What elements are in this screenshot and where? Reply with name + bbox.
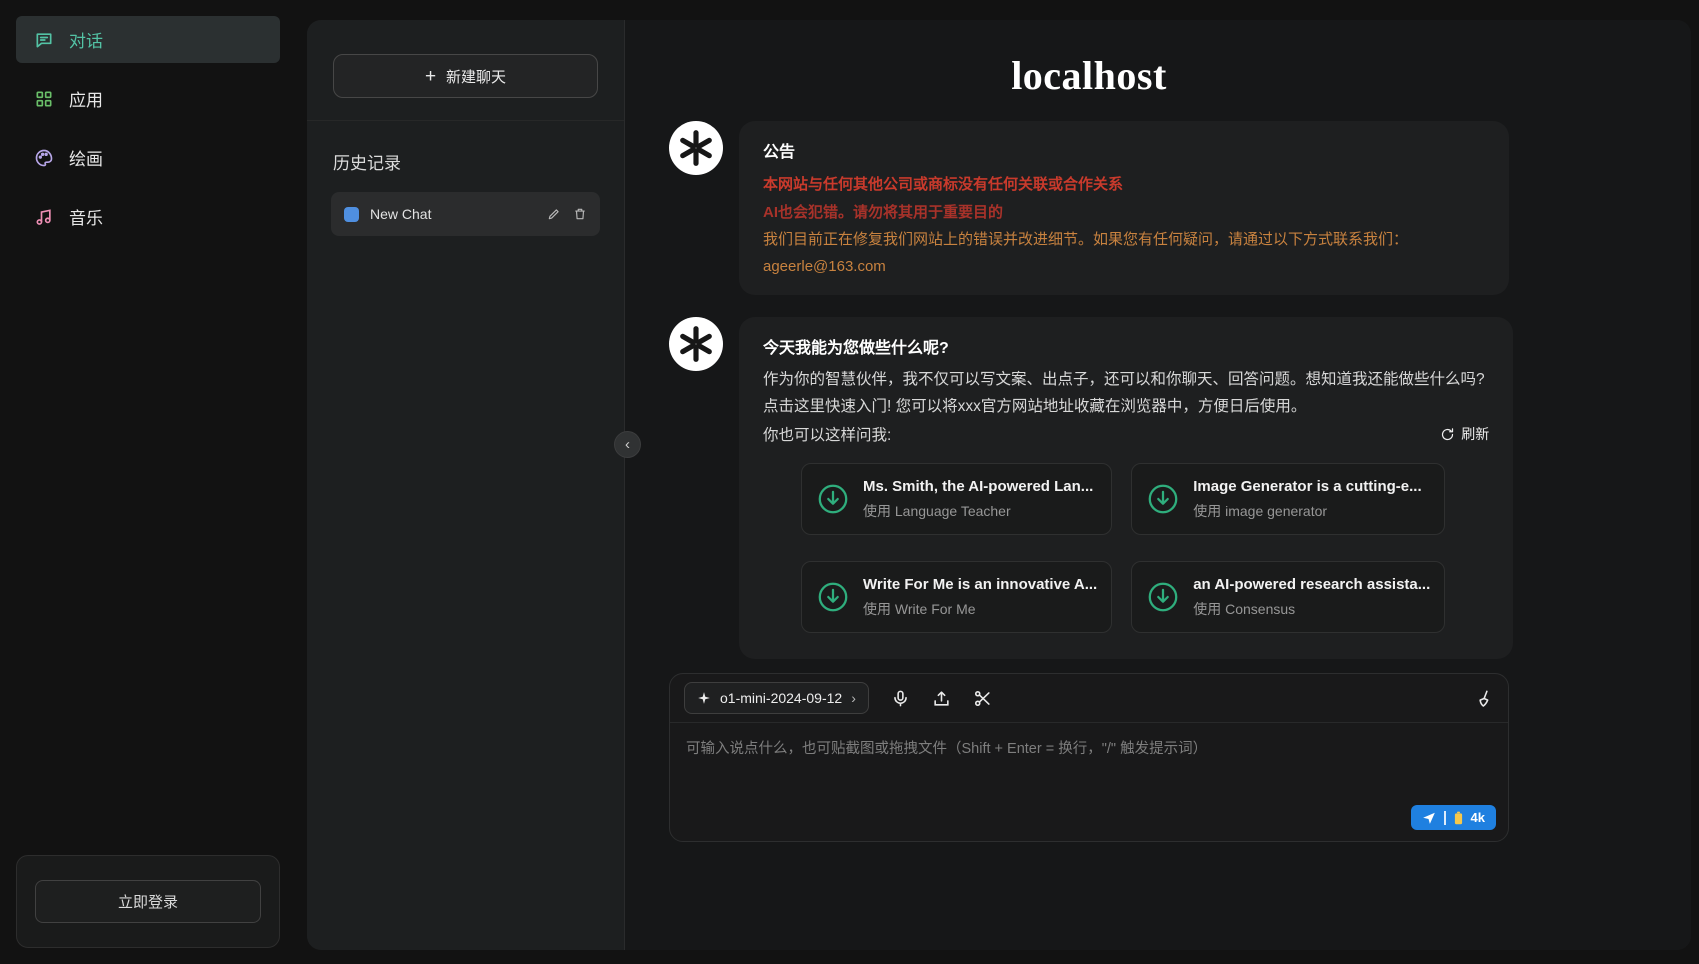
refresh-icon xyxy=(1440,427,1455,442)
sidebar-item-paint[interactable]: 绘画 xyxy=(16,134,280,181)
message-row-announcement: 公告 本网站与任何其他公司或商标没有任何关联或合作关系 AI也会犯错。请勿将其用… xyxy=(669,121,1509,295)
composer-body: 4k xyxy=(670,723,1508,841)
chat-item-title: New Chat xyxy=(370,206,536,222)
clear-broom-button[interactable] xyxy=(1475,689,1494,708)
new-chat-button[interactable]: + 新建聊天 xyxy=(333,54,598,98)
content-container: + 新建聊天 历史记录 New Chat xyxy=(307,20,1691,950)
chat-item-actions xyxy=(547,207,587,221)
model-label: o1-mini-2024-09-12 xyxy=(720,690,842,706)
history-panel: + 新建聊天 历史记录 New Chat xyxy=(307,20,625,950)
collapse-handle[interactable]: ‹ xyxy=(614,431,641,458)
sidebar-item-label: 应用 xyxy=(69,86,103,111)
sidebar-item-music[interactable]: 音乐 xyxy=(16,193,280,240)
pencil-icon xyxy=(547,207,561,221)
refresh-label: 刷新 xyxy=(1461,424,1489,444)
palette-icon xyxy=(34,148,54,168)
ask-hint-text: 你也可以这样问我: xyxy=(763,423,891,445)
music-note-icon xyxy=(34,207,54,227)
download-circle-icon xyxy=(1146,580,1180,614)
suggestion-title: an AI-powered research assista... xyxy=(1193,576,1430,593)
sidebar-item-chat[interactable]: 对话 xyxy=(16,16,280,63)
sidebar-item-label: 绘画 xyxy=(69,145,103,170)
suggestion-subtitle: 使用 Consensus xyxy=(1193,599,1430,619)
chat-area: localhost xyxy=(625,20,1691,950)
openai-logo-icon xyxy=(676,324,716,364)
scissors-button[interactable] xyxy=(973,689,992,708)
broom-icon xyxy=(1475,689,1494,708)
suggestion-card[interactable]: an AI-powered research assista... 使用 Con… xyxy=(1131,561,1445,633)
login-button[interactable]: 立即登录 xyxy=(35,880,261,923)
composer-toolbar: o1-mini-2024-09-12 › xyxy=(670,674,1508,723)
history-heading: 历史记录 xyxy=(333,149,598,174)
new-chat-section: + 新建聊天 xyxy=(307,20,624,121)
assistant-avatar xyxy=(669,317,723,371)
chat-list-item[interactable]: New Chat xyxy=(331,192,600,236)
chevron-right-icon: › xyxy=(851,690,856,706)
plus-icon: + xyxy=(425,67,436,86)
app-window: 对话 应用 绘画 音乐 立即登录 xyxy=(0,0,1699,964)
suggestion-title: Image Generator is a cutting-e... xyxy=(1193,478,1421,495)
suggestion-subtitle: 使用 Write For Me xyxy=(863,599,1097,619)
sidebar-item-apps[interactable]: 应用 xyxy=(16,75,280,122)
refresh-button[interactable]: 刷新 xyxy=(1440,424,1489,444)
ask-hint-row: 你也可以这样问我: 刷新 xyxy=(763,423,1489,445)
suggestion-grid: Ms. Smith, the AI-powered Lan... 使用 Lang… xyxy=(801,463,1445,633)
welcome-body: 作为你的智慧伙伴，我不仅可以写文案、出点子，还可以和你聊天、回答问题。想知道我还… xyxy=(763,366,1489,422)
assistant-avatar xyxy=(669,121,723,175)
sidebar-item-label: 对话 xyxy=(69,27,103,52)
suggestion-title: Ms. Smith, the AI-powered Lan... xyxy=(863,478,1093,495)
announcement-title: 公告 xyxy=(763,138,1485,162)
edit-chat-button[interactable] xyxy=(547,207,561,221)
paper-plane-icon xyxy=(1422,811,1436,825)
welcome-title: 今天我能为您做些什么呢? xyxy=(763,334,1489,358)
sidebar: 对话 应用 绘画 音乐 立即登录 xyxy=(0,0,296,964)
suggestion-subtitle: 使用 Language Teacher xyxy=(863,501,1093,521)
announcement-line-3: 我们目前正在修复我们网站上的错误并改进细节。如果您有任何疑问，请通过以下方式联系… xyxy=(763,229,1485,252)
model-selector[interactable]: o1-mini-2024-09-12 › xyxy=(684,682,869,714)
suggestion-card[interactable]: Ms. Smith, the AI-powered Lan... 使用 Lang… xyxy=(801,463,1112,535)
announcement-line-1: 本网站与任何其他公司或商标没有任何关联或合作关系 xyxy=(763,173,1485,194)
scissors-icon xyxy=(973,689,992,708)
badge-divider xyxy=(1444,811,1446,825)
download-circle-icon xyxy=(816,580,850,614)
suggestion-card[interactable]: Write For Me is an innovative A... 使用 Wr… xyxy=(801,561,1112,633)
message-row-welcome: 今天我能为您做些什么呢? 作为你的智慧伙伴，我不仅可以写文案、出点子，还可以和你… xyxy=(669,317,1509,660)
trash-icon xyxy=(573,207,587,221)
new-chat-label: 新建聊天 xyxy=(446,66,506,87)
suggestion-card[interactable]: Image Generator is a cutting-e... 使用 ima… xyxy=(1131,463,1445,535)
mic-button[interactable] xyxy=(891,689,910,708)
openai-logo-icon xyxy=(676,128,716,168)
battery-icon xyxy=(1454,811,1463,825)
suggestion-subtitle: 使用 image generator xyxy=(1193,501,1421,521)
token-count: 4k xyxy=(1471,810,1485,825)
suggestion-title: Write For Me is an innovative A... xyxy=(863,576,1097,593)
delete-chat-button[interactable] xyxy=(573,207,587,221)
apps-grid-icon xyxy=(34,89,54,109)
login-panel: 立即登录 xyxy=(16,855,280,948)
upload-icon xyxy=(932,689,951,708)
sidebar-item-label: 音乐 xyxy=(69,204,103,229)
download-circle-icon xyxy=(1146,482,1180,516)
chat-color-swatch xyxy=(344,207,359,222)
mic-icon xyxy=(891,689,910,708)
sparkle-icon xyxy=(697,691,711,705)
welcome-bubble: 今天我能为您做些什么呢? 作为你的智慧伙伴，我不仅可以写文案、出点子，还可以和你… xyxy=(739,317,1513,660)
upload-button[interactable] xyxy=(932,689,951,708)
announcement-bubble: 公告 本网站与任何其他公司或商标没有任何关联或合作关系 AI也会犯错。请勿将其用… xyxy=(739,121,1509,295)
chat-bubble-icon xyxy=(34,30,54,50)
chevron-left-icon: ‹ xyxy=(625,436,630,453)
send-button[interactable]: 4k xyxy=(1411,805,1496,830)
page-title: localhost xyxy=(669,52,1509,99)
composer: o1-mini-2024-09-12 › xyxy=(669,673,1509,842)
download-circle-icon xyxy=(816,482,850,516)
announcement-line-2: AI也会犯错。请勿将其用于重要目的 xyxy=(763,201,1485,222)
message-input[interactable] xyxy=(670,723,1508,841)
announcement-email: ageerle@163.com xyxy=(763,258,1485,275)
